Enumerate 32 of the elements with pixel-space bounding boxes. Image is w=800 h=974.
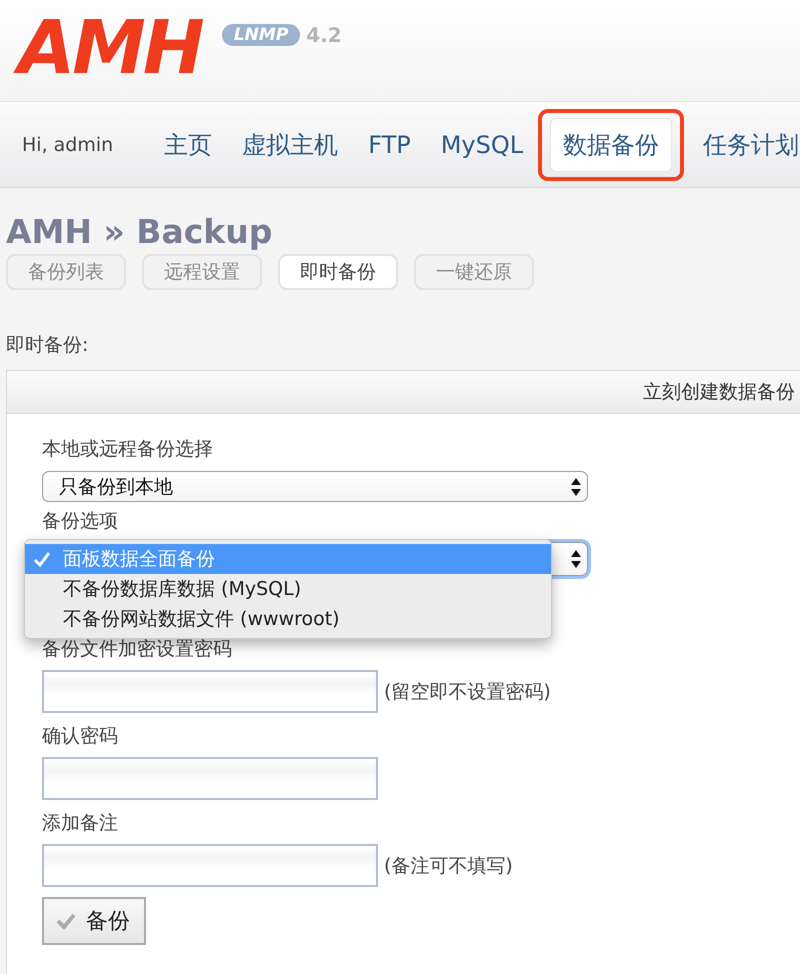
input-field[interactable] — [42, 757, 378, 800]
section-label: 即时备份: — [6, 333, 90, 358]
nav-tab[interactable]: 任务计划 — [690, 118, 800, 172]
sub-tab[interactable]: 即时备份 — [278, 254, 398, 290]
nav-tab[interactable]: 数据备份 — [550, 118, 672, 172]
select-arrows-icon — [570, 476, 582, 496]
select-arrows-icon — [570, 549, 582, 569]
select-field[interactable]: 只备份到本地 — [42, 471, 588, 502]
field-hint: (备注可不填写) — [384, 854, 513, 878]
nav-tab[interactable]: MySQL — [428, 120, 536, 170]
field-label: 确认密码 — [42, 724, 118, 749]
logo: AMH — [14, 0, 216, 96]
nav-tab[interactable]: FTP — [355, 120, 424, 170]
dropdown-option[interactable]: 不备份网站数据文件 (wwwroot) — [25, 604, 551, 634]
field-hint: (留空即不设置密码) — [384, 680, 551, 704]
field-label: 本地或远程备份选择 — [42, 437, 213, 462]
field-label: 备份选项 — [42, 509, 118, 534]
nav-tab[interactable]: 虚拟主机 — [229, 118, 352, 172]
logo-badge: LNMP — [222, 24, 300, 46]
input-field[interactable] — [42, 844, 378, 887]
backup-button[interactable]: 备份 — [42, 897, 146, 945]
field-label: 备份文件加密设置密码 — [42, 637, 232, 662]
page-title: AMH » Backup — [6, 212, 274, 252]
check-icon — [56, 913, 76, 929]
dropdown-option[interactable]: 不备份数据库数据 (MySQL) — [25, 574, 551, 604]
input-field[interactable] — [42, 670, 378, 713]
panel-header: 立刻创建数据备份 — [643, 380, 795, 405]
check-icon — [33, 550, 51, 568]
version-label: 4.2 — [306, 24, 342, 46]
greeting-text: Hi, admin — [22, 134, 114, 156]
field-label: 添加备注 — [42, 811, 118, 836]
nav-tab[interactable]: 主页 — [151, 118, 226, 172]
